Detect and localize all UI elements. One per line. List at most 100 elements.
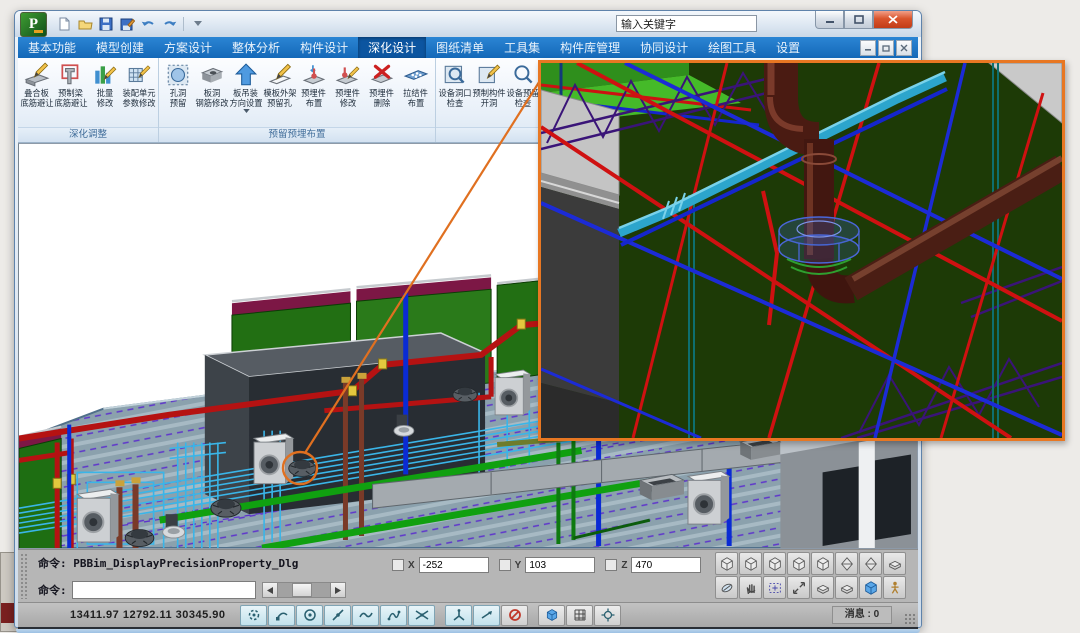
tab-global-analysis[interactable]: 整体分析 bbox=[222, 37, 290, 58]
intersection-snap-icon[interactable] bbox=[408, 605, 435, 626]
y-axis-input[interactable] bbox=[525, 557, 595, 573]
scroll-left-button[interactable] bbox=[262, 582, 278, 598]
laminated-slab-rebar-button[interactable]: 叠合板 底筋避让 bbox=[20, 60, 54, 108]
command-prompt-row: 命令: bbox=[38, 581, 346, 599]
ribbon-group-reserve-embed: 孔洞 预留 板洞 钢筋修改 板吊装 方向设置 模板外架 预留孔 bbox=[159, 58, 436, 142]
mep-reserve-check-button[interactable]: 设备预留 检查 bbox=[506, 60, 540, 108]
tab-label: 设置 bbox=[776, 39, 800, 56]
embed-delete-button[interactable]: 预埋件 删除 bbox=[365, 60, 399, 108]
status-bar: 13411.97 12792.11 30345.90 消息 : 0 bbox=[18, 602, 918, 629]
minimize-button[interactable] bbox=[815, 11, 844, 29]
coordinate-inputs: X Y Z bbox=[392, 557, 701, 573]
tab-collaboration[interactable]: 协同设计 bbox=[630, 37, 698, 58]
maximize-button[interactable] bbox=[844, 11, 873, 29]
app-logo-accent bbox=[34, 30, 43, 33]
button-label: 批量 bbox=[97, 88, 114, 97]
open-file-icon[interactable] bbox=[76, 16, 94, 33]
window-controls bbox=[815, 11, 913, 29]
iso-view-icon[interactable] bbox=[538, 605, 565, 626]
zoom-realtime-button[interactable] bbox=[715, 576, 738, 599]
view-top-button[interactable] bbox=[715, 552, 738, 575]
z-axis-input[interactable] bbox=[631, 557, 701, 573]
batch-edit-icon bbox=[92, 62, 118, 88]
tab-model-creation[interactable]: 模型创建 bbox=[86, 37, 154, 58]
command-input[interactable] bbox=[72, 581, 256, 599]
button-label: 预留 bbox=[170, 98, 187, 107]
nearest-snap-icon[interactable] bbox=[324, 605, 351, 626]
tab-scheme-design[interactable]: 方案设计 bbox=[154, 37, 222, 58]
tab-settings[interactable]: 设置 bbox=[766, 37, 810, 58]
view-right-button[interactable] bbox=[787, 552, 810, 575]
slab-hole-rebar-button[interactable]: 板洞 钢筋修改 bbox=[195, 60, 229, 108]
app-logo-button[interactable]: P bbox=[20, 12, 47, 37]
y-axis-label: Y bbox=[515, 560, 522, 571]
crosshair-toggle-icon[interactable] bbox=[594, 605, 621, 626]
y-axis-checkbox[interactable] bbox=[499, 559, 511, 571]
tangent-snap-icon[interactable] bbox=[352, 605, 379, 626]
precast-beam-rebar-button[interactable]: 预制梁 底筋避让 bbox=[54, 60, 88, 108]
button-label: 开洞 bbox=[481, 98, 498, 107]
button-label: 预制梁 bbox=[59, 88, 84, 97]
x-axis-checkbox[interactable] bbox=[392, 559, 404, 571]
message-counter[interactable]: 消息 : 0 bbox=[832, 606, 892, 624]
precast-cut-opening-button[interactable]: 预制构件 开洞 bbox=[472, 60, 506, 108]
view-bottom-button[interactable] bbox=[739, 552, 762, 575]
mdi-window-controls bbox=[860, 40, 912, 56]
panel-drag-grip[interactable] bbox=[20, 553, 28, 599]
x-axis-input[interactable] bbox=[419, 557, 489, 573]
view-prev-button[interactable] bbox=[811, 576, 834, 599]
tab-drawing-list[interactable]: 图纸清单 bbox=[426, 37, 494, 58]
snap-settings-icon[interactable] bbox=[240, 605, 267, 626]
tab-toolset[interactable]: 工具集 bbox=[494, 37, 550, 58]
axis-lock-icon[interactable] bbox=[445, 605, 472, 626]
zoom-extents-button[interactable] bbox=[787, 576, 810, 599]
batch-edit-button[interactable]: 批量 修改 bbox=[88, 60, 122, 108]
mep-opening-check-button[interactable]: 设备洞口 检查 bbox=[438, 60, 472, 108]
tie-place-button[interactable]: 拉结件 布置 bbox=[399, 60, 433, 108]
view-sw-iso-button[interactable] bbox=[835, 552, 858, 575]
tab-library-manage[interactable]: 构件库管理 bbox=[550, 37, 630, 58]
scroll-right-button[interactable] bbox=[330, 582, 346, 598]
formwork-hole-button[interactable]: 模板外架 预留孔 bbox=[263, 60, 297, 108]
spline-snap-icon[interactable] bbox=[380, 605, 407, 626]
tab-component-design[interactable]: 构件设计 bbox=[290, 37, 358, 58]
shaded-view-button[interactable] bbox=[859, 576, 882, 599]
walkthrough-button[interactable] bbox=[883, 576, 906, 599]
center-snap-icon[interactable] bbox=[296, 605, 323, 626]
save-as-icon[interactable] bbox=[118, 16, 136, 33]
tab-detail-design[interactable]: 深化设计 bbox=[358, 37, 426, 58]
z-axis-checkbox[interactable] bbox=[605, 559, 617, 571]
new-file-icon[interactable] bbox=[55, 16, 73, 33]
tab-label: 方案设计 bbox=[164, 39, 212, 56]
embed-place-button[interactable]: 预埋件 布置 bbox=[297, 60, 331, 108]
save-icon[interactable] bbox=[97, 16, 115, 33]
mdi-restore-button[interactable] bbox=[878, 40, 894, 56]
redo-icon[interactable] bbox=[160, 16, 178, 33]
mdi-close-button[interactable] bbox=[896, 40, 912, 56]
embed-edit-button[interactable]: 预埋件 修改 bbox=[331, 60, 365, 108]
snap-off-icon[interactable] bbox=[501, 605, 528, 626]
hole-reserve-button[interactable]: 孔洞 预留 bbox=[161, 60, 195, 108]
scroll-thumb[interactable] bbox=[292, 583, 312, 597]
direction-snap-icon[interactable] bbox=[473, 605, 500, 626]
tab-basic-functions[interactable]: 基本功能 bbox=[18, 37, 86, 58]
resize-grip[interactable] bbox=[904, 613, 916, 625]
mdi-minimize-button[interactable] bbox=[860, 40, 876, 56]
undo-icon[interactable] bbox=[139, 16, 157, 33]
view-next-button[interactable] bbox=[835, 576, 858, 599]
scroll-track[interactable] bbox=[278, 582, 330, 598]
close-button[interactable] bbox=[873, 11, 913, 29]
assembly-unit-params-button[interactable]: 装配单元 参数修改 bbox=[122, 60, 156, 108]
zoom-window-button[interactable] bbox=[763, 576, 786, 599]
qat-menu-caret-icon[interactable] bbox=[189, 16, 207, 33]
view-left-button[interactable] bbox=[763, 552, 786, 575]
slab-hoist-direction-button[interactable]: 板吊装 方向设置 bbox=[229, 60, 263, 113]
view-front-button[interactable] bbox=[811, 552, 834, 575]
tab-drawing-tools[interactable]: 绘图工具 bbox=[698, 37, 766, 58]
view-se-iso-button[interactable] bbox=[859, 552, 882, 575]
pan-button[interactable] bbox=[739, 576, 762, 599]
endpoint-snap-icon[interactable] bbox=[268, 605, 295, 626]
view-flat-button[interactable] bbox=[883, 552, 906, 575]
search-input[interactable] bbox=[616, 15, 757, 32]
grid-toggle-icon[interactable] bbox=[566, 605, 593, 626]
